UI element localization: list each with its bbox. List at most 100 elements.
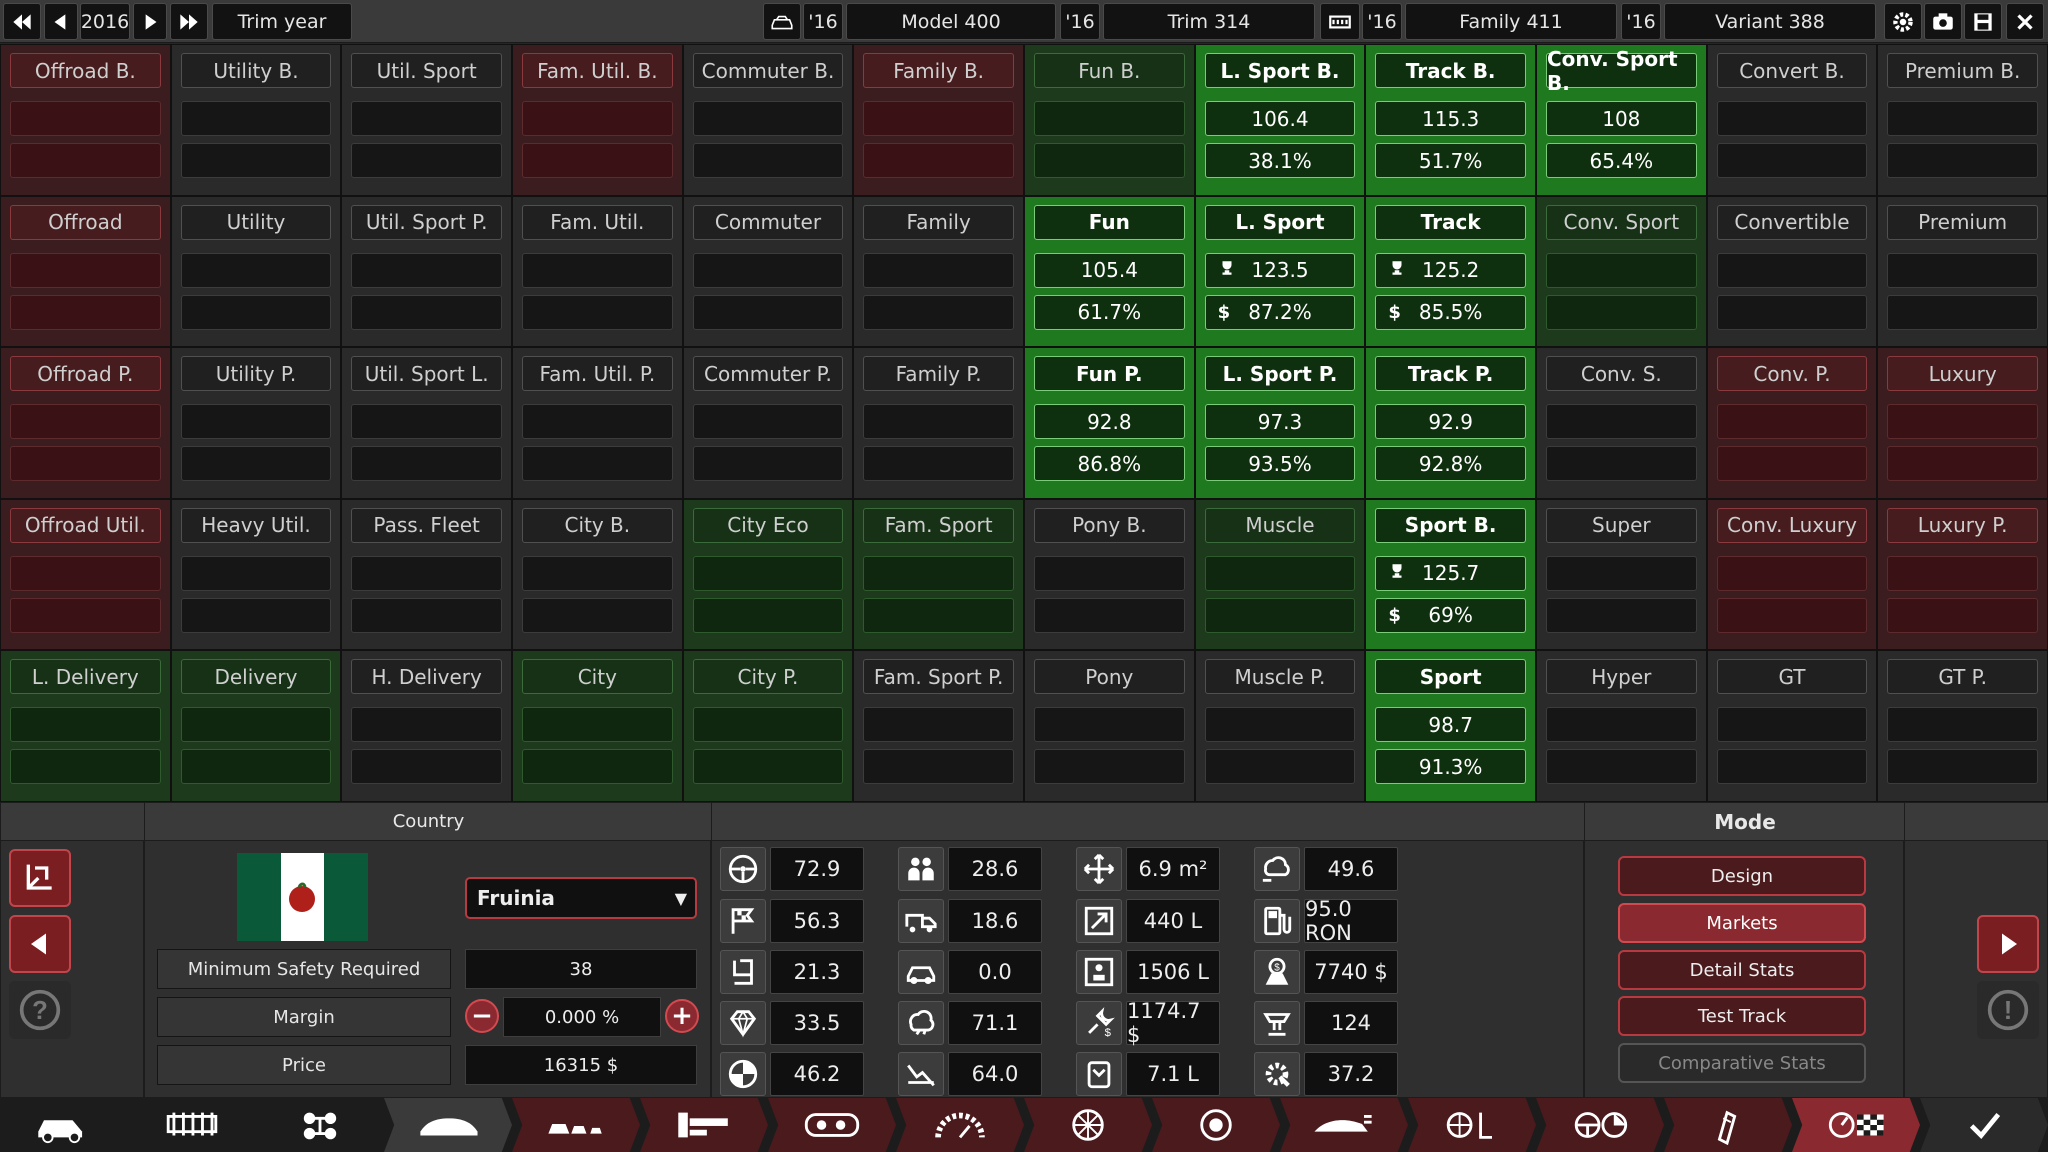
market-cell[interactable]: Offroad Util. <box>0 498 171 651</box>
model-name[interactable]: Model 400 <box>846 3 1056 40</box>
skip-back-icon[interactable] <box>3 3 41 40</box>
market-cell[interactable]: Fam. Util. <box>512 195 683 348</box>
market-cell[interactable]: Delivery <box>170 650 342 802</box>
engine-icon[interactable] <box>768 1098 896 1152</box>
mode-detail-stats-button[interactable]: Detail Stats <box>1618 950 1866 990</box>
market-cell[interactable]: Conv. Sport B. 108 65.4% <box>1536 44 1707 196</box>
variant-name[interactable]: Variant 388 <box>1664 3 1876 40</box>
market-cell[interactable]: L. Sport P. 97.3 93.5% <box>1194 347 1366 499</box>
margin-value[interactable]: 0.000 % <box>503 997 661 1037</box>
market-cell[interactable]: Pass. Fleet <box>341 498 512 651</box>
trim-year-button[interactable]: Trim year <box>212 3 352 40</box>
market-cell[interactable]: Heavy Util. <box>170 498 342 651</box>
test-icon[interactable] <box>1792 1098 1920 1152</box>
market-cell[interactable]: Premium <box>1877 195 2048 348</box>
market-cell[interactable]: Conv. S. <box>1536 347 1707 499</box>
market-cell[interactable]: Sport B. 125.7 69% $ <box>1365 498 1536 651</box>
market-cell[interactable]: Conv. P. <box>1706 347 1878 499</box>
market-cell[interactable]: Offroad <box>0 195 171 348</box>
market-cell[interactable]: Fun B. <box>1024 44 1195 196</box>
market-cell[interactable]: Muscle P. <box>1194 650 1366 802</box>
country-select[interactable]: Fruinia ▼ <box>465 877 697 919</box>
trim-icon[interactable] <box>512 1098 640 1152</box>
market-cell[interactable]: Premium B. <box>1877 44 2048 196</box>
prev-year-button[interactable] <box>44 3 78 40</box>
market-cell[interactable]: Fam. Util. P. <box>512 347 683 499</box>
market-cell[interactable]: Util. Sport L. <box>341 347 512 499</box>
body-icon[interactable] <box>384 1098 512 1152</box>
market-cell[interactable]: Utility <box>170 195 342 348</box>
market-cell[interactable]: Util. Sport P. <box>341 195 512 348</box>
aero-icon[interactable] <box>1280 1098 1408 1152</box>
market-cell[interactable]: City B. <box>512 498 683 651</box>
mode-test-track-button[interactable]: Test Track <box>1618 996 1866 1036</box>
market-cell[interactable]: Super <box>1536 498 1707 651</box>
market-cell[interactable]: Convert B. <box>1706 44 1878 196</box>
market-cell[interactable]: Family P. <box>853 347 1024 499</box>
market-cell[interactable]: Fun P. 92.8 86.8% <box>1024 347 1195 499</box>
mode-markets-button[interactable]: Markets <box>1618 903 1866 943</box>
market-cell[interactable]: Offroad B. <box>0 44 171 196</box>
back-icon[interactable] <box>9 915 71 973</box>
save-icon[interactable] <box>1964 3 2002 40</box>
paint-icon[interactable] <box>1664 1098 1792 1152</box>
warning-icon[interactable]: ! <box>1977 981 2039 1039</box>
gauge-icon[interactable] <box>896 1098 1024 1152</box>
market-cell[interactable]: City Eco <box>682 498 854 651</box>
forward-icon[interactable] <box>1977 915 2039 973</box>
gear-icon[interactable] <box>1884 3 1922 40</box>
market-cell[interactable]: Family B. <box>853 44 1024 196</box>
market-cell[interactable]: Commuter P. <box>682 347 854 499</box>
market-cell[interactable]: Conv. Sport <box>1536 195 1707 348</box>
fixtures-icon[interactable] <box>1408 1098 1536 1152</box>
help-icon[interactable]: ? <box>9 981 71 1039</box>
margin-decrease-button[interactable]: − <box>465 999 499 1033</box>
market-cell[interactable]: Offroad P. <box>0 347 171 499</box>
market-cell[interactable]: L. Delivery <box>0 650 171 802</box>
market-cell[interactable]: Convertible <box>1706 195 1878 348</box>
next-year-button[interactable] <box>133 3 167 40</box>
margin-increase-button[interactable]: + <box>665 999 699 1033</box>
market-cell[interactable]: Pony <box>1024 650 1195 802</box>
market-cell[interactable]: Fam. Util. B. <box>512 44 683 196</box>
market-cell[interactable]: Luxury <box>1877 347 2048 499</box>
market-cell[interactable]: Fam. Sport <box>853 498 1024 651</box>
market-cell[interactable]: Utility P. <box>170 347 342 499</box>
finish-icon[interactable] <box>1920 1098 2048 1152</box>
mode-design-button[interactable]: Design <box>1618 856 1866 896</box>
trim-name[interactable]: Trim 314 <box>1103 3 1315 40</box>
market-cell[interactable]: Track B. 115.3 51.7% <box>1365 44 1536 196</box>
market-cell[interactable]: Fam. Sport P. <box>853 650 1024 802</box>
market-cell[interactable]: Util. Sport <box>341 44 512 196</box>
market-cell[interactable]: GT <box>1706 650 1878 802</box>
market-cell[interactable]: Pony B. <box>1024 498 1195 651</box>
suspension-icon[interactable] <box>256 1098 384 1152</box>
market-cell[interactable]: City <box>512 650 683 802</box>
brake-icon[interactable] <box>1152 1098 1280 1152</box>
wheel-icon[interactable] <box>1024 1098 1152 1152</box>
mode-comparative-stats-button[interactable]: Comparative Stats <box>1618 1043 1866 1083</box>
engine-block-icon[interactable] <box>1320 3 1360 40</box>
market-cell[interactable]: Hyper <box>1536 650 1707 802</box>
market-cell[interactable]: H. Delivery <box>341 650 512 802</box>
close-icon[interactable] <box>2006 3 2044 40</box>
market-cell[interactable]: Conv. Luxury <box>1706 498 1878 651</box>
camera-icon[interactable] <box>1924 3 1962 40</box>
market-cell[interactable]: Sport 98.7 91.3% <box>1365 650 1536 802</box>
market-cell[interactable]: Fun 105.4 61.7% <box>1024 195 1195 348</box>
market-cell[interactable]: L. Sport 123.5 87.2% $ <box>1194 195 1366 348</box>
market-cell[interactable]: Commuter <box>682 195 854 348</box>
market-cell[interactable]: Muscle <box>1194 498 1366 651</box>
car-model-icon[interactable] <box>763 3 801 40</box>
exit-icon[interactable] <box>9 849 71 907</box>
chassis-icon[interactable] <box>128 1098 256 1152</box>
market-cell[interactable]: Luxury P. <box>1877 498 2048 651</box>
interior-icon[interactable] <box>640 1098 768 1152</box>
skip-forward-icon[interactable] <box>170 3 208 40</box>
family-name[interactable]: Family 411 <box>1405 3 1617 40</box>
market-cell[interactable]: GT P. <box>1877 650 2048 802</box>
market-cell[interactable]: Utility B. <box>170 44 342 196</box>
market-cell[interactable]: Track 125.2 85.5% $ <box>1365 195 1536 348</box>
market-cell[interactable]: L. Sport B. 106.4 38.1% <box>1194 44 1366 196</box>
market-cell[interactable]: Track P. 92.9 92.8% <box>1365 347 1536 499</box>
